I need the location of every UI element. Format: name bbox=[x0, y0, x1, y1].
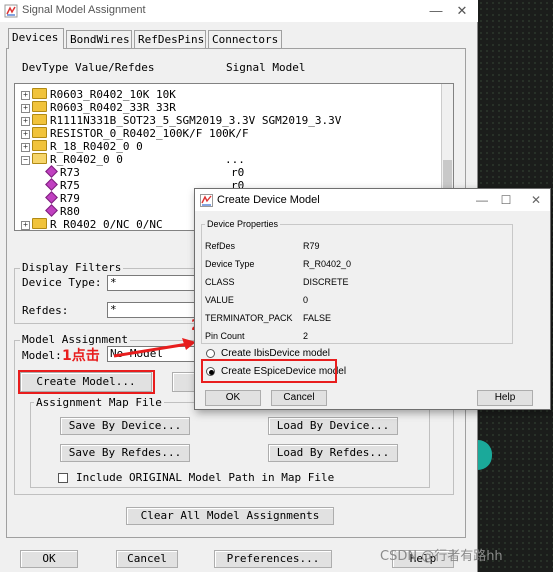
main-titlebar: Signal Model Assignment — ✕ bbox=[0, 0, 478, 22]
tab-bondwires[interactable]: BondWires bbox=[66, 30, 132, 48]
device-pin-icon bbox=[45, 204, 58, 217]
expand-icon[interactable]: + bbox=[21, 91, 30, 100]
signal-model-column-header: Signal Model bbox=[226, 61, 306, 74]
dialog-maximize-button[interactable]: ☐ bbox=[495, 189, 517, 211]
prop-value: 2 bbox=[303, 331, 309, 341]
dialog-close-button[interactable]: ✕ bbox=[525, 189, 547, 211]
save-by-refdes-button[interactable]: Save By Refdes... bbox=[60, 444, 190, 462]
prop-value: R79 bbox=[303, 241, 320, 251]
folder-icon bbox=[32, 127, 47, 138]
open-folder-icon bbox=[32, 153, 47, 164]
device-pin-icon bbox=[45, 165, 58, 178]
create-device-model-dialog: Create Device Model — ☐ ✕ Device Propert… bbox=[194, 188, 551, 410]
prop-value: 0 bbox=[303, 295, 309, 305]
device-type-filter-input[interactable]: * bbox=[107, 275, 197, 291]
expand-icon[interactable]: + bbox=[21, 221, 30, 230]
model-label: Model: bbox=[22, 349, 62, 362]
prop-name: Device Type bbox=[205, 259, 255, 269]
tree-leaf-item[interactable]: R73 r0 bbox=[21, 165, 441, 179]
dialog-minimize-button[interactable]: — bbox=[471, 189, 493, 211]
prop-name: CLASS bbox=[205, 277, 235, 287]
devtype-column-header: DevType Value/Refdes bbox=[22, 61, 155, 74]
prop-value: DISCRETE bbox=[303, 277, 349, 287]
dialog-titlebar: Create Device Model — ☐ ✕ bbox=[195, 189, 550, 211]
window-title: Signal Model Assignment bbox=[22, 4, 146, 16]
expand-icon[interactable]: + bbox=[21, 143, 30, 152]
tab-refdespins[interactable]: RefDesPins bbox=[134, 30, 206, 48]
annotation-arrow bbox=[113, 338, 196, 358]
prop-value: FALSE bbox=[303, 313, 332, 323]
prop-value: R_R0402_0 bbox=[303, 259, 352, 269]
prop-name: VALUE bbox=[205, 295, 234, 305]
include-original-label: Include ORIGINAL Model Path in Map File bbox=[76, 471, 335, 484]
device-type-label: Device Type: bbox=[22, 276, 102, 289]
tree-item-expanded[interactable]: − R_R0402_0 0... bbox=[21, 153, 441, 166]
device-properties-label: Device Properties bbox=[205, 219, 281, 229]
load-by-refdes-button[interactable]: Load By Refdes... bbox=[268, 444, 398, 462]
assignment-map-label: Assignment Map File bbox=[34, 396, 164, 409]
refdes-filter-input[interactable]: * bbox=[107, 302, 197, 318]
dialog-ok-button[interactable]: OK bbox=[205, 390, 261, 406]
cancel-button[interactable]: Cancel bbox=[116, 550, 178, 568]
load-by-device-button[interactable]: Load By Device... bbox=[268, 417, 398, 435]
collapse-icon[interactable]: − bbox=[21, 156, 30, 165]
device-pin-icon bbox=[45, 178, 58, 191]
prop-name: RefDes bbox=[205, 241, 236, 251]
tree-item[interactable]: + R_18_R0402_0 0 bbox=[21, 140, 441, 153]
step-1-annotation: 1点击 bbox=[62, 348, 100, 364]
dialog-help-button[interactable]: Help bbox=[477, 390, 533, 406]
device-pin-icon bbox=[45, 191, 58, 204]
tree-item-model: r0 bbox=[231, 166, 245, 179]
highlight-create-model bbox=[18, 370, 155, 394]
tree-item[interactable]: + RESISTOR_0_R0402_100K/F 100K/F bbox=[21, 127, 441, 140]
expand-icon[interactable]: + bbox=[21, 104, 30, 113]
watermark: CSDN @行者有路hh bbox=[380, 549, 503, 564]
ok-button[interactable]: OK bbox=[20, 550, 78, 568]
folder-icon bbox=[32, 114, 47, 125]
device-properties-group bbox=[201, 224, 513, 344]
folder-icon bbox=[32, 218, 47, 229]
close-button[interactable]: ✕ bbox=[450, 0, 474, 22]
expand-icon[interactable]: + bbox=[21, 117, 30, 126]
tree-item[interactable]: + R1111N331B_SOT23_5_SGM2019_3.3V SGM2019… bbox=[21, 114, 441, 127]
tab-connectors[interactable]: Connectors bbox=[208, 30, 282, 48]
dialog-cancel-button[interactable]: Cancel bbox=[271, 390, 327, 406]
preferences-button[interactable]: Preferences... bbox=[214, 550, 332, 568]
prop-name: TERMINATOR_PACK bbox=[205, 313, 293, 323]
app-icon bbox=[4, 4, 18, 18]
create-ibis-label: Create IbisDevice model bbox=[221, 348, 330, 359]
tree-item-model: ... bbox=[225, 153, 245, 166]
expand-icon[interactable]: + bbox=[21, 130, 30, 139]
create-ibis-radio[interactable] bbox=[206, 349, 215, 358]
tree-item[interactable]: + R0603_R0402_33R 33R bbox=[21, 101, 441, 114]
minimize-button[interactable]: — bbox=[424, 0, 448, 22]
model-secondary-button[interactable] bbox=[172, 372, 196, 392]
display-filters-label: Display Filters bbox=[20, 261, 124, 274]
prop-name: Pin Count bbox=[205, 331, 245, 341]
refdes-label: Refdes: bbox=[22, 304, 69, 317]
tab-devices[interactable]: Devices bbox=[8, 28, 64, 49]
folder-icon bbox=[32, 140, 47, 151]
include-original-checkbox[interactable] bbox=[58, 473, 68, 483]
tree-item[interactable]: + R0603_R0402_10K 10K bbox=[21, 88, 441, 101]
highlight-espice-option bbox=[201, 359, 337, 383]
folder-icon bbox=[32, 88, 47, 99]
dialog-app-icon bbox=[200, 194, 213, 207]
folder-icon bbox=[32, 101, 47, 112]
clear-all-assignments-button[interactable]: Clear All Model Assignments bbox=[126, 507, 334, 525]
dialog-title: Create Device Model bbox=[217, 194, 320, 206]
save-by-device-button[interactable]: Save By Device... bbox=[60, 417, 190, 435]
